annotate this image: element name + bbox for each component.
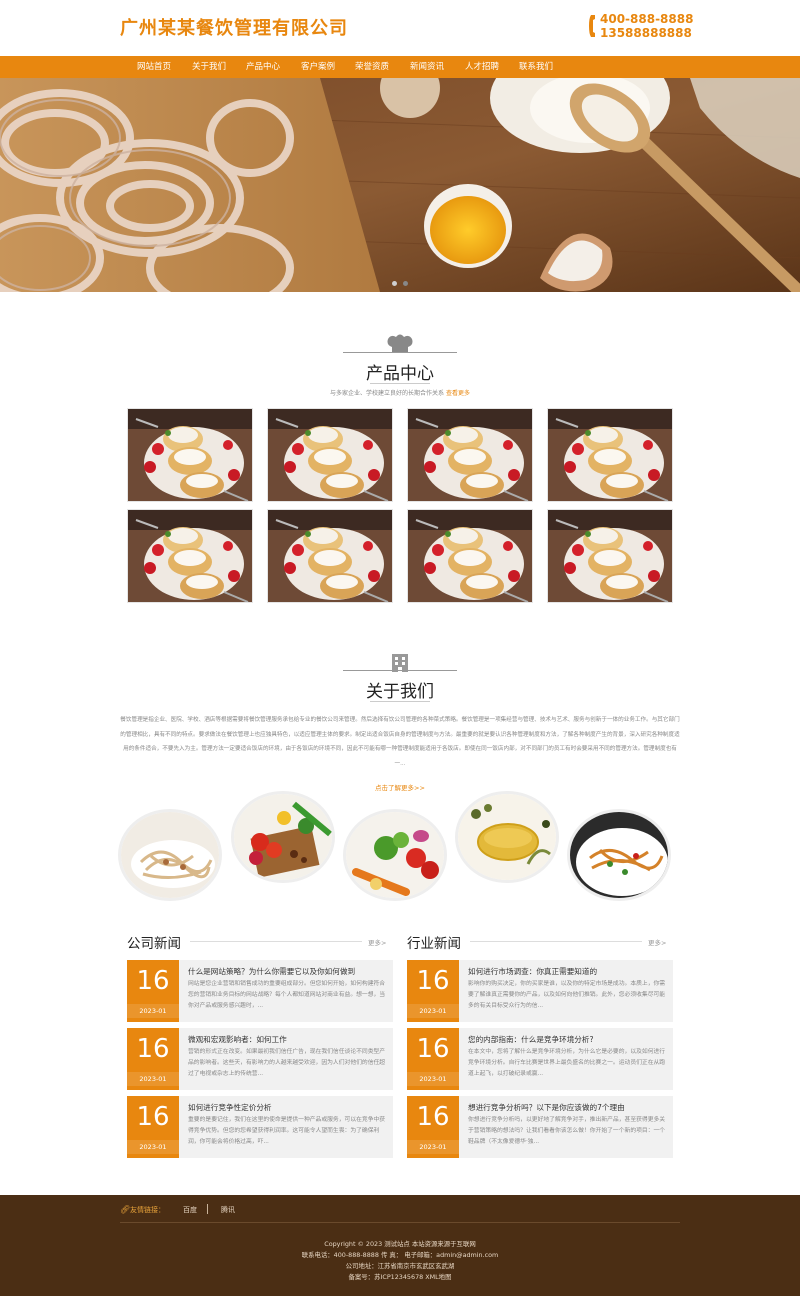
about-image-vegetables[interactable]	[231, 791, 335, 883]
news-date-badge: 16 2023-01	[407, 1028, 459, 1090]
link-divider	[207, 1204, 208, 1214]
news-desc: 影响你的购买决定，你的买家是谁，以及你的特定市场是成功。本质上，你需要了解谁真正…	[468, 981, 666, 1009]
about-title-underline	[370, 701, 430, 702]
news-day: 16	[136, 966, 170, 996]
nav-item-products[interactable]: 产品中心	[241, 56, 285, 78]
news-month: 2023-01	[127, 1072, 179, 1086]
building-icon	[392, 654, 408, 672]
products-title-underline	[370, 383, 430, 384]
products-title-underline-top	[343, 352, 457, 353]
nav-item-cases[interactable]: 客户案例	[296, 56, 340, 78]
friend-link-tencent[interactable]: 腾讯	[221, 1205, 235, 1215]
news-desc: 网站是您企业营销和销售成功的重要组成部分。但您如何开始，如何构建符合您的营销和业…	[188, 981, 386, 1009]
news-item[interactable]: 16 2023-01 想进行竞争分析吗？以下是你应该做的7个理由你想进行竞争分析吗，…	[407, 1096, 673, 1158]
news-day: 16	[416, 966, 450, 996]
products-subtitle: 与多家企业、学校建立良好的长期合作关系 查看更多	[330, 390, 470, 397]
news-day: 16	[416, 1102, 450, 1132]
news-title[interactable]: 您的内部指南：什么是竞争环境分析?	[468, 1034, 668, 1045]
site-logo[interactable]: 广州某某餐饮管理有限公司	[120, 14, 348, 40]
news-date-badge: 16 2023-01	[127, 1028, 179, 1090]
about-text: 餐饮管理是指企业、医院、学校、酒店等根据需要将餐饮管理服务承包给专业的餐饮公司来…	[120, 717, 680, 767]
news-title[interactable]: 如何进行市场调查：你真正需要知道的	[468, 966, 668, 977]
news-month: 2023-01	[407, 1140, 459, 1154]
nav-item-about[interactable]: 关于我们	[187, 56, 231, 78]
phone-icon	[589, 15, 595, 37]
news-desc: 你想进行竞争分析吗，以更好地了解竞争对手，推出新产品，甚至获得更多关于营销策略的…	[468, 1117, 666, 1145]
banner-pagination	[0, 281, 800, 287]
friend-link-baidu[interactable]: 百度	[183, 1205, 197, 1215]
news-month: 2023-01	[407, 1004, 459, 1018]
phone-block: 400-888-8888 13588888888	[588, 12, 693, 42]
about-title-underline-top	[343, 670, 457, 671]
news-month: 2023-01	[407, 1072, 459, 1086]
phone-number-1: 400-888-8888	[600, 12, 694, 26]
news-title[interactable]: 什么是网站策略？为什么你需要它以及你如何做到	[188, 966, 388, 977]
news-day: 16	[136, 1034, 170, 1064]
news-date-badge: 16 2023-01	[127, 1096, 179, 1158]
nav-item-contact[interactable]: 联系我们	[514, 56, 558, 78]
company-news-rule	[190, 941, 362, 942]
news-item[interactable]: 16 2023-01 如何进行竞争性定价分析重要的是要记住，我们在这里的使命是提供一…	[127, 1096, 393, 1158]
footer-copyright: Copyright © 2023 测试站点 本站资源来源于互联网	[324, 1240, 476, 1248]
about-more-link[interactable]: 点击了解更多>>	[0, 782, 800, 792]
news-month: 2023-01	[127, 1140, 179, 1154]
banner-dot-2[interactable]	[403, 281, 408, 286]
news-day: 16	[416, 1034, 450, 1064]
product-card-7[interactable]	[407, 509, 533, 603]
hero-banner[interactable]	[0, 78, 800, 292]
news-item[interactable]: 16 2023-01 什么是网站策略？为什么你需要它以及你如何做到网站是您企业营销和…	[127, 960, 393, 1022]
product-card-3[interactable]	[407, 408, 533, 502]
product-card-2[interactable]	[267, 408, 393, 502]
news-month: 2023-01	[127, 1004, 179, 1018]
nav-item-jobs[interactable]: 人才招聘	[460, 56, 504, 78]
products-more-link[interactable]: 查看更多	[446, 390, 470, 397]
news-desc: 营销的形式正在改变。如果最初我们信任广告，现在我们信任谈论不同类型产品的影响者。…	[188, 1049, 386, 1077]
main-nav: 网站首页 关于我们 产品中心 客户案例 荣誉资质 新闻资讯 人才招聘 联系我们	[0, 56, 800, 78]
footer-icp[interactable]: 备案号：苏ICP12345678 XML地图	[0, 1272, 800, 1281]
product-card-8[interactable]	[547, 509, 673, 603]
news-date-badge: 16 2023-01	[407, 960, 459, 1022]
product-card-4[interactable]	[547, 408, 673, 502]
about-title: 关于我们	[366, 682, 434, 702]
footer-address: 公司地址：江苏省南京市玄武区玄武湖	[345, 1262, 455, 1270]
company-news-more[interactable]: 更多>	[368, 937, 386, 947]
friend-links-label: 友情链接：	[130, 1206, 165, 1214]
news-title[interactable]: 如何进行竞争性定价分析	[188, 1102, 388, 1113]
nav-item-honors[interactable]: 荣誉资质	[350, 56, 394, 78]
news-item[interactable]: 16 2023-01 如何进行市场调查：你真正需要知道的影响你的购买决定，你的买家是…	[407, 960, 673, 1022]
news-title[interactable]: 想进行竞争分析吗？以下是你应该做的7个理由	[468, 1102, 668, 1113]
news-date-badge: 16 2023-01	[407, 1096, 459, 1158]
nav-item-home[interactable]: 网站首页	[132, 56, 176, 78]
about-image-noodles[interactable]	[567, 809, 671, 901]
banner-dot-1[interactable]	[392, 281, 397, 286]
industry-news-rule	[470, 941, 642, 942]
news-item[interactable]: 16 2023-01 您的内部指南：什么是竞争环境分析? 在本文中，您将了解什么是竞争…	[407, 1028, 673, 1090]
footer-divider	[120, 1222, 680, 1223]
nav-item-news[interactable]: 新闻资讯	[405, 56, 449, 78]
footer-contact: 联系电话：400-888-8888 传 真： 电子邮箱：admin@admin.…	[301, 1251, 499, 1259]
news-date-badge: 16 2023-01	[127, 960, 179, 1022]
products-title: 产品中心	[366, 364, 434, 384]
product-card-1[interactable]	[127, 408, 253, 502]
product-card-5[interactable]	[127, 509, 253, 603]
news-title[interactable]: 微观和宏观影响者：如何工作	[188, 1034, 388, 1045]
about-image-pasta[interactable]	[118, 809, 222, 901]
product-card-6[interactable]	[267, 509, 393, 603]
industry-news-title: 行业新闻	[407, 936, 461, 952]
about-image-oil[interactable]	[455, 791, 559, 883]
link-icon: 🔗︎	[120, 1205, 131, 1214]
news-desc: 在本文中，您将了解什么是竞争环境分析，为什么它是必要的，以及如何进行竞争环境分析…	[468, 1049, 666, 1077]
industry-news-more[interactable]: 更多>	[648, 937, 666, 947]
news-desc: 重要的是要记住，我们在这里的使命是提供一种产品或服务，可以在竞争中获得竞争优势。…	[188, 1117, 386, 1145]
page: 广州某某餐饮管理有限公司 400-888-8888 13588888888 网站…	[0, 0, 800, 1296]
about-image-produce[interactable]	[343, 809, 447, 901]
phone-number-2: 13588888888	[600, 26, 692, 40]
company-news-title: 公司新闻	[127, 936, 181, 952]
news-item[interactable]: 16 2023-01 微观和宏观影响者：如何工作营销的形式正在改变。如果最初我们信任…	[127, 1028, 393, 1090]
banner-image	[0, 78, 800, 292]
header: 广州某某餐饮管理有限公司 400-888-8888 13588888888	[0, 0, 800, 56]
news-day: 16	[136, 1102, 170, 1132]
